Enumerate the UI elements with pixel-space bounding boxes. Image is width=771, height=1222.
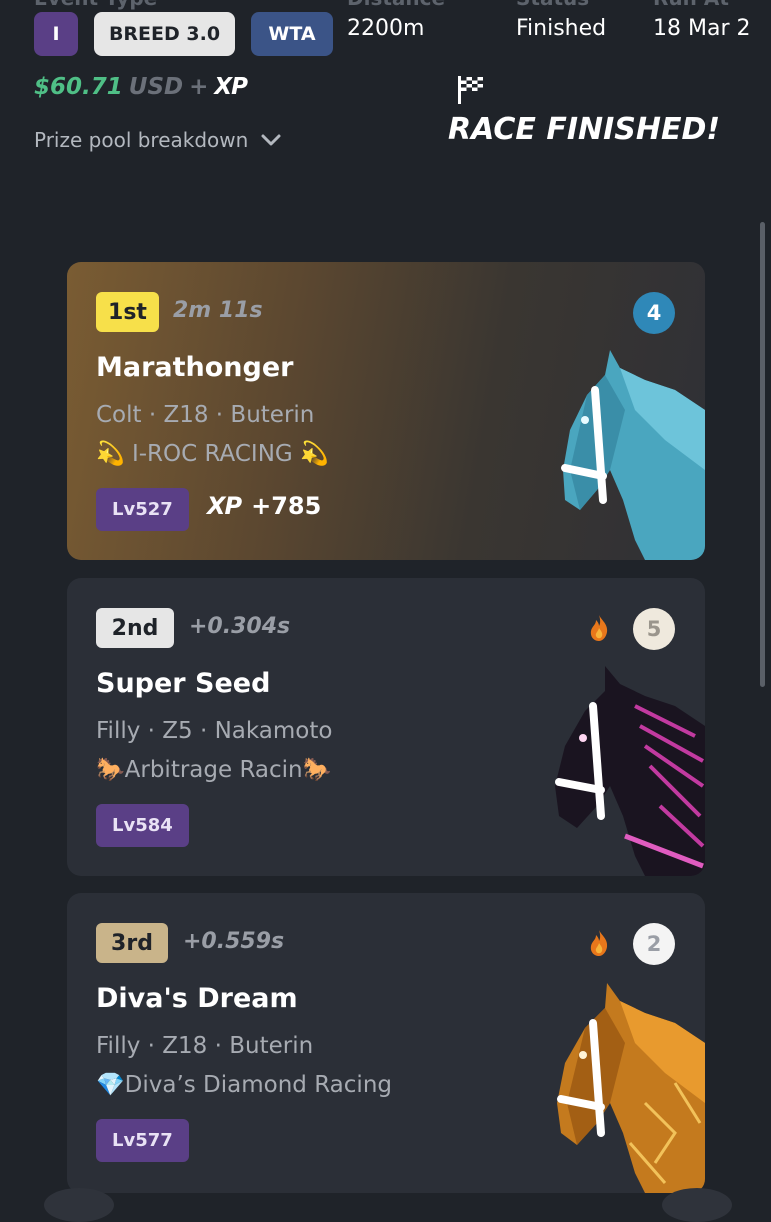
gate-number: 4 xyxy=(633,292,675,334)
breed-chip: BREED 3.0 xyxy=(94,12,235,56)
status-value: Finished xyxy=(516,16,607,41)
nav-button-left[interactable] xyxy=(44,1188,114,1222)
xp-logo: XP xyxy=(207,492,242,520)
gate-number: 5 xyxy=(633,608,675,650)
prize-pool-breakdown-toggle[interactable]: Prize pool breakdown xyxy=(34,128,282,152)
checkered-flag-icon xyxy=(458,76,483,104)
horse-name: Super Seed xyxy=(96,668,271,699)
level-badge: Lv527 xyxy=(96,488,189,531)
run-at-label: Run At xyxy=(653,0,729,10)
nav-button-right[interactable] xyxy=(662,1188,732,1222)
fire-icon xyxy=(590,930,608,956)
result-card-1[interactable]: 1st 2m 11s 4 Marathonger Colt · Z18 · Bu… xyxy=(67,262,705,560)
horse-meta: Filly · Z5 · Nakamoto xyxy=(96,718,333,744)
horse-image xyxy=(555,666,705,876)
stable-name: 💫 I-ROC RACING 💫 xyxy=(96,441,329,467)
distance-label: Distance xyxy=(347,0,445,10)
horse-name: Diva's Dream xyxy=(96,983,298,1014)
finish-time: +0.304s xyxy=(189,614,291,639)
finish-time: 2m 11s xyxy=(173,298,263,323)
horse-meta: Colt · Z18 · Buterin xyxy=(96,402,315,428)
horse-image xyxy=(557,983,705,1193)
level-badge: Lv584 xyxy=(96,804,189,847)
prize-currency: USD xyxy=(128,74,184,100)
race-finished-banner: RACE FINISHED! xyxy=(448,112,721,147)
wta-chip: WTA xyxy=(251,12,333,56)
result-card-3[interactable]: 3rd +0.559s 2 Diva's Dream Filly · Z18 ·… xyxy=(67,893,705,1193)
xp-gain: XP +785 xyxy=(207,492,321,520)
chevron-down-icon xyxy=(261,134,281,146)
position-badge: 2nd xyxy=(96,608,174,648)
horse-image xyxy=(561,350,705,560)
prize-amount: $60.71 USD + XP xyxy=(34,74,248,100)
prize-plus: + xyxy=(189,74,209,100)
event-type-label: Event Type xyxy=(34,0,157,10)
xp-logo: XP xyxy=(214,74,248,100)
result-card-2[interactable]: 2nd +0.304s 5 Super Seed Filly · Z5 · Na… xyxy=(67,578,705,876)
horse-meta: Filly · Z18 · Buterin xyxy=(96,1033,314,1059)
breakdown-label: Prize pool breakdown xyxy=(34,128,249,152)
xp-gain-value: +785 xyxy=(251,492,322,520)
position-badge: 3rd xyxy=(96,923,168,963)
level-badge: Lv577 xyxy=(96,1119,189,1162)
horse-name: Marathonger xyxy=(96,352,294,383)
class-chip: I xyxy=(34,12,78,56)
distance-value: 2200m xyxy=(347,16,425,41)
prize-usd: $60.71 xyxy=(34,74,123,100)
fire-icon xyxy=(590,615,608,641)
status-label: Status xyxy=(516,0,589,10)
finish-time: +0.559s xyxy=(183,929,285,954)
run-at-value: 18 Mar 2 xyxy=(653,16,751,41)
stable-name: 💎Diva’s Diamond Racing xyxy=(96,1072,392,1098)
stable-name: 🐎Arbitrage Racin🐎 xyxy=(96,757,332,783)
position-badge: 1st xyxy=(96,292,159,332)
gate-number: 2 xyxy=(633,923,675,965)
scrollbar[interactable] xyxy=(760,222,765,687)
